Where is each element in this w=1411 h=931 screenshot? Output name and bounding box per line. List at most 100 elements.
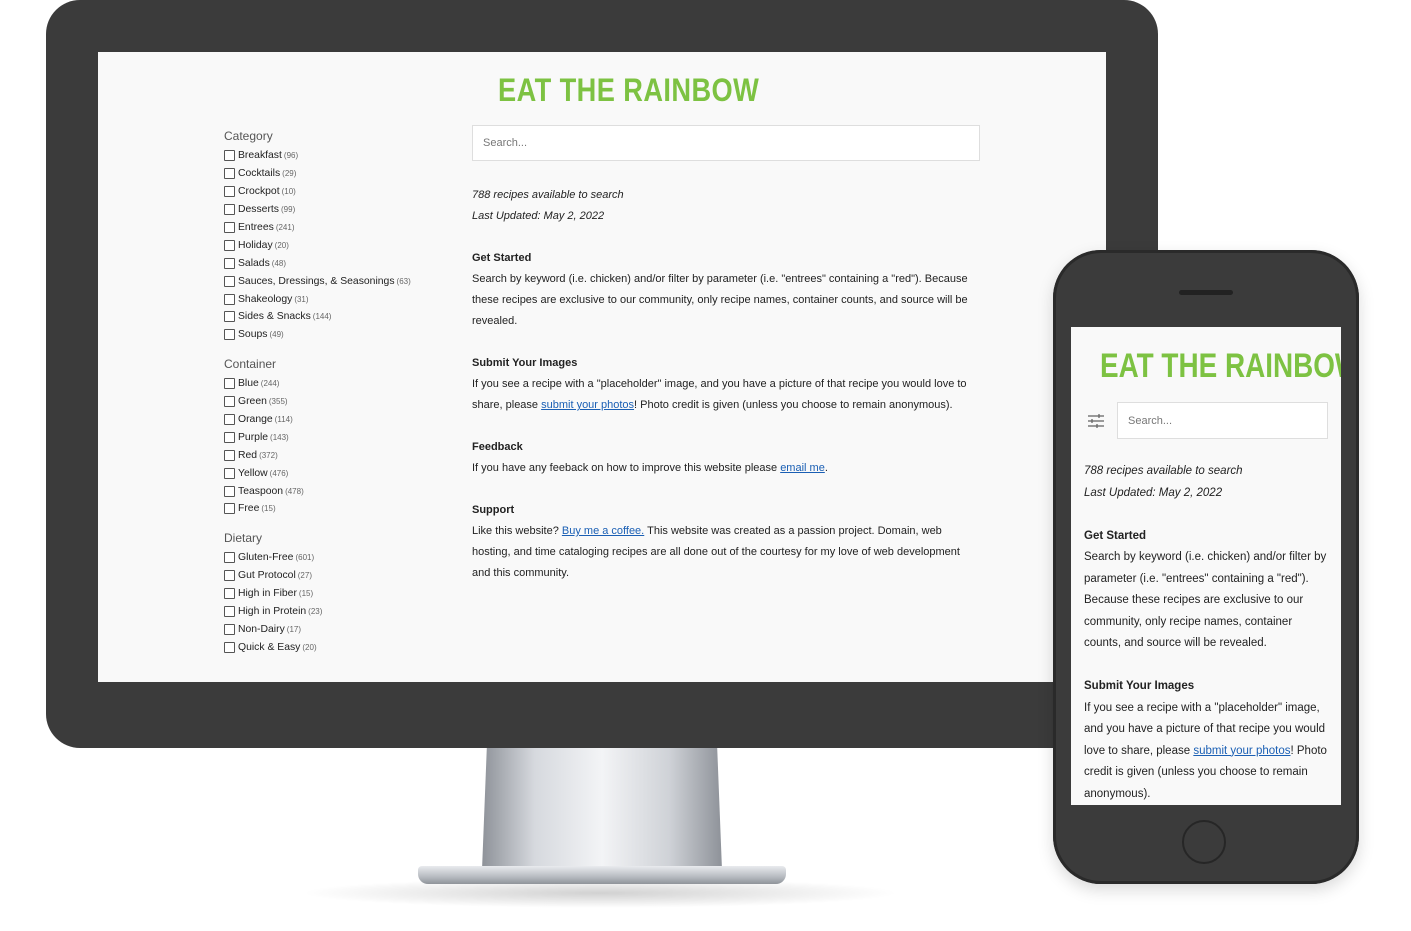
- filter-count: (31): [294, 294, 309, 304]
- filter-checkbox[interactable]: [224, 570, 235, 582]
- filter-option[interactable]: Shakeology (31): [224, 290, 454, 308]
- filter-checkbox[interactable]: [224, 150, 235, 162]
- filter-items: Breakfast (96) Cocktails (29) Crockpot (10) De…: [224, 147, 454, 344]
- filter-checkbox[interactable]: [224, 168, 235, 180]
- mobile-site-logo[interactable]: EAT THE RAINBOW: [1100, 347, 1341, 386]
- filter-label: Gluten-Free: [238, 552, 294, 564]
- filter-count: (29): [282, 169, 297, 179]
- sliders-icon[interactable]: [1087, 413, 1105, 429]
- filter-checkbox[interactable]: [224, 275, 235, 287]
- phone-speaker: [1179, 290, 1233, 295]
- filter-option[interactable]: Orange (114): [224, 411, 454, 429]
- filter-sidebar: Category Breakfast (96) Cocktails (29) Crock…: [224, 129, 454, 669]
- filter-label: High in Fiber: [238, 588, 297, 600]
- filter-label: Gut Protocol: [238, 570, 296, 582]
- filter-label: Salads: [238, 257, 270, 269]
- filter-checkbox[interactable]: [224, 449, 235, 461]
- filter-count: (20): [274, 240, 289, 250]
- filter-count: (476): [269, 468, 289, 478]
- filter-checkbox[interactable]: [224, 641, 235, 653]
- filter-count: (478): [285, 486, 304, 496]
- filter-count: (143): [270, 432, 289, 442]
- mobile-content: 788 recipes available to search Last Upd…: [1084, 461, 1328, 805]
- desktop-screen: EAT THE RAINBOW Category Breakfast (96) Co…: [98, 52, 1106, 682]
- filter-count: (27): [297, 571, 312, 581]
- section-text: Like this website? Buy me a coffee. This…: [472, 525, 960, 579]
- filter-items: Gluten-Free (601) Gut Protocol (27) High in …: [224, 549, 454, 656]
- filter-option[interactable]: Purple (143): [224, 428, 454, 446]
- filter-checkbox[interactable]: [224, 588, 235, 600]
- recipe-count: 788 recipes available to search: [1084, 465, 1243, 477]
- filter-checkbox[interactable]: [224, 329, 235, 341]
- filter-label: Yellow: [238, 467, 268, 479]
- filter-label: Soups: [238, 329, 268, 341]
- filter-checkbox[interactable]: [224, 293, 235, 305]
- filter-option[interactable]: Salads (48): [224, 254, 454, 272]
- monitor-stand-neck: [482, 748, 722, 870]
- phone-home-button: [1182, 820, 1226, 864]
- mobile-search-input[interactable]: [1117, 402, 1328, 439]
- search-input[interactable]: [472, 125, 980, 161]
- filter-option[interactable]: Blue (244): [224, 375, 454, 393]
- filter-checkbox[interactable]: [224, 467, 235, 479]
- filter-checkbox[interactable]: [224, 396, 235, 408]
- filter-checkbox[interactable]: [224, 239, 235, 251]
- filter-option[interactable]: Green (355): [224, 393, 454, 411]
- section-heading: Get Started: [472, 252, 532, 264]
- filter-checkbox[interactable]: [224, 257, 235, 269]
- filter-option[interactable]: High in Protein (23): [224, 603, 454, 621]
- filter-option[interactable]: High in Fiber (15): [224, 585, 454, 603]
- filter-count: (99): [281, 205, 296, 215]
- filter-count: (23): [308, 607, 323, 617]
- email-me-link[interactable]: email me: [780, 462, 825, 474]
- filter-checkbox[interactable]: [224, 623, 235, 635]
- filter-label: Blue: [238, 378, 259, 390]
- section-heading: Submit Your Images: [1084, 680, 1195, 692]
- filter-checkbox[interactable]: [224, 378, 235, 390]
- filter-option[interactable]: Free (15): [224, 500, 454, 518]
- filter-label: Crockpot: [238, 186, 280, 198]
- submit-photos-link[interactable]: submit your photos: [1193, 745, 1290, 757]
- filter-option[interactable]: Soups (49): [224, 326, 454, 344]
- filter-option[interactable]: Gluten-Free (601): [224, 549, 454, 567]
- filter-option[interactable]: Holiday (20): [224, 236, 454, 254]
- filter-option[interactable]: Quick & Easy (20): [224, 638, 454, 656]
- filter-checkbox[interactable]: [224, 431, 235, 443]
- filter-option[interactable]: Entrees (241): [224, 219, 454, 237]
- submit-photos-link[interactable]: submit your photos: [541, 399, 634, 411]
- main-content: 788 recipes available to search Last Upd…: [472, 125, 980, 584]
- filter-checkbox[interactable]: [224, 552, 235, 564]
- filter-count: (601): [295, 553, 315, 563]
- filter-group-title: Category: [224, 129, 273, 143]
- filter-option[interactable]: Gut Protocol (27): [224, 567, 454, 585]
- filter-count: (372): [259, 450, 278, 460]
- filter-option[interactable]: Yellow (476): [224, 464, 454, 482]
- filter-checkbox[interactable]: [224, 503, 235, 515]
- filter-option[interactable]: Desserts (99): [224, 201, 454, 219]
- filter-checkbox[interactable]: [224, 606, 235, 618]
- filter-option[interactable]: Sides & Snacks (144): [224, 308, 454, 326]
- filter-option[interactable]: Red (372): [224, 446, 454, 464]
- filter-checkbox[interactable]: [224, 186, 235, 198]
- filter-option[interactable]: Sauces, Dressings, & Seasonings (63): [224, 272, 454, 290]
- filter-option[interactable]: Crockpot (10): [224, 183, 454, 201]
- filter-count: (241): [275, 223, 295, 232]
- section-text: If you see a recipe with a "placeholder"…: [472, 378, 967, 411]
- filter-label: Shakeology: [238, 293, 293, 305]
- filter-count: (20): [302, 642, 317, 652]
- filter-checkbox[interactable]: [224, 222, 235, 233]
- filter-option[interactable]: Cocktails (29): [224, 165, 454, 183]
- filter-option[interactable]: Breakfast (96): [224, 147, 454, 165]
- buy-coffee-link[interactable]: Buy me a coffee.: [562, 525, 644, 537]
- filter-checkbox[interactable]: [224, 414, 235, 426]
- filter-checkbox[interactable]: [224, 485, 235, 497]
- section-heading: Support: [472, 504, 515, 516]
- site-logo[interactable]: EAT THE RAINBOW: [498, 72, 759, 109]
- filter-count: (15): [298, 589, 314, 599]
- submit-images-section: Submit Your Images If you see a recipe w…: [472, 353, 980, 416]
- filter-option[interactable]: Non-Dairy (17): [224, 620, 454, 638]
- filter-checkbox[interactable]: [224, 311, 235, 323]
- filter-option[interactable]: Teaspoon (478): [224, 482, 454, 500]
- filter-checkbox[interactable]: [224, 204, 235, 216]
- filter-label: Orange: [238, 414, 273, 426]
